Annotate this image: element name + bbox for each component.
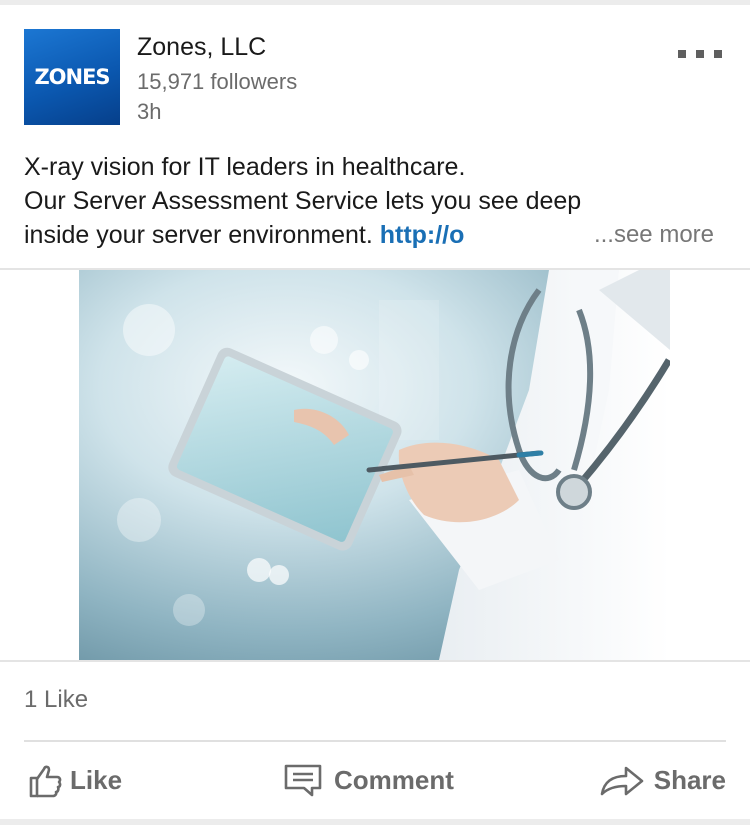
comment-label: Comment — [334, 764, 454, 795]
post-text-line: X-ray vision for IT leaders in healthcar… — [24, 153, 466, 181]
post-text-line: Our Server Assessment Service lets you s… — [24, 187, 582, 215]
share-label: Share — [653, 764, 726, 795]
post-image[interactable] — [79, 270, 670, 660]
menu-dot — [678, 50, 686, 58]
thumbs-up-icon — [29, 765, 62, 798]
post-link[interactable]: http://o — [380, 221, 465, 249]
share-arrow-icon — [600, 766, 644, 796]
action-bar: Like Comment Share — [24, 752, 726, 808]
company-logo-text: ZONES — [34, 65, 110, 89]
follower-count: 15,971 followers — [137, 69, 298, 94]
see-more-link[interactable]: ...see more — [594, 218, 714, 252]
like-button[interactable]: Like — [24, 752, 122, 808]
menu-dot — [714, 50, 722, 58]
company-name[interactable]: Zones, LLC — [137, 33, 266, 62]
top-divider — [0, 0, 750, 5]
share-button[interactable]: Share — [598, 752, 726, 808]
like-count[interactable]: 1 Like — [24, 686, 88, 714]
post-body: X-ray vision for IT leaders in healthcar… — [24, 150, 726, 252]
post-header: ZONES Zones, LLC 15,971 followers 3h — [24, 29, 726, 129]
post-text-fragment: inside your server environment. — [24, 221, 380, 249]
bottom-divider — [0, 819, 750, 825]
divider — [24, 740, 726, 742]
menu-dot — [696, 50, 704, 58]
divider — [0, 660, 750, 662]
comment-bubble-icon — [284, 764, 322, 797]
comment-button[interactable]: Comment — [282, 752, 454, 808]
like-label: Like — [70, 764, 123, 795]
more-options-icon[interactable] — [678, 47, 722, 61]
doctor-with-tablet-illustration — [79, 270, 670, 660]
company-logo[interactable]: ZONES — [24, 29, 120, 125]
post-timestamp: 3h — [137, 99, 162, 124]
